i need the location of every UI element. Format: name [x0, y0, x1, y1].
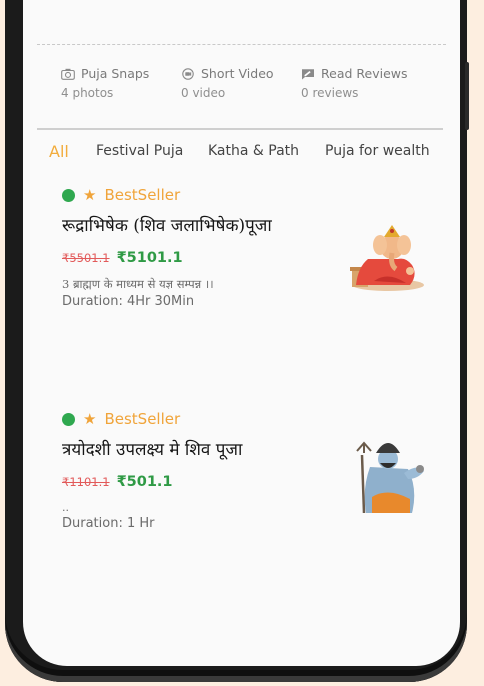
short-video-stat[interactable]: Short Video 0 video: [181, 66, 274, 100]
dotted-divider: [37, 44, 446, 45]
status-dot: [62, 188, 75, 202]
ganesha-image: [350, 225, 424, 291]
duration-text: Duration: 1 Hr: [62, 516, 155, 531]
original-price: ₹1101.1: [62, 475, 110, 489]
bestseller-badge: ★ BestSeller: [62, 185, 442, 205]
original-price: ₹5501.1: [62, 251, 110, 265]
stat-label: Puja Snaps: [81, 66, 150, 81]
review-icon: [302, 68, 314, 79]
screen: Puja Snaps 4 photos Short Video 0 video …: [23, 0, 460, 666]
shiva-image: [356, 441, 424, 513]
stat-sub: 0 video: [181, 86, 226, 100]
tab-festival-puja[interactable]: Festival Puja: [96, 143, 183, 159]
stat-sub: 4 photos: [61, 86, 114, 100]
offer-price: ₹5101.1: [116, 250, 183, 266]
camera-icon: [61, 68, 75, 80]
tab-all[interactable]: All: [49, 142, 69, 161]
bestseller-badge: ★ BestSeller: [62, 409, 442, 429]
stats-row: Puja Snaps 4 photos Short Video 0 video …: [23, 66, 460, 110]
tab-puja-for-wealth[interactable]: Puja for wealth: [325, 143, 430, 159]
status-dot: [62, 412, 75, 426]
read-reviews-stat[interactable]: Read Reviews 0 reviews: [301, 66, 408, 100]
star-icon: ★: [83, 185, 97, 204]
offer-price: ₹501.1: [116, 474, 173, 490]
puja-card[interactable]: ★ BestSeller रूद्राभिषेक (शिव जलाभिषेक)प…: [62, 185, 442, 310]
stat-label: Read Reviews: [321, 66, 408, 81]
puja-card[interactable]: ★ BestSeller त्रयोदशी उपलक्ष्य मे शिव पू…: [62, 409, 442, 532]
phone-frame: Puja Snaps 4 photos Short Video 0 video …: [5, 0, 467, 682]
tabs-divider: [37, 128, 443, 130]
stat-label: Short Video: [201, 66, 274, 81]
duration-text: Duration: 4Hr 30Min: [62, 294, 195, 309]
puja-snaps-stat[interactable]: Puja Snaps 4 photos: [61, 66, 149, 100]
video-icon: [182, 67, 194, 80]
badge-label: BestSeller: [104, 410, 181, 428]
star-icon: ★: [83, 409, 97, 428]
tab-katha-path[interactable]: Katha & Path: [208, 143, 299, 159]
phone-side-button: [465, 62, 469, 130]
badge-label: BestSeller: [104, 186, 181, 204]
stat-sub: 0 reviews: [301, 86, 359, 100]
